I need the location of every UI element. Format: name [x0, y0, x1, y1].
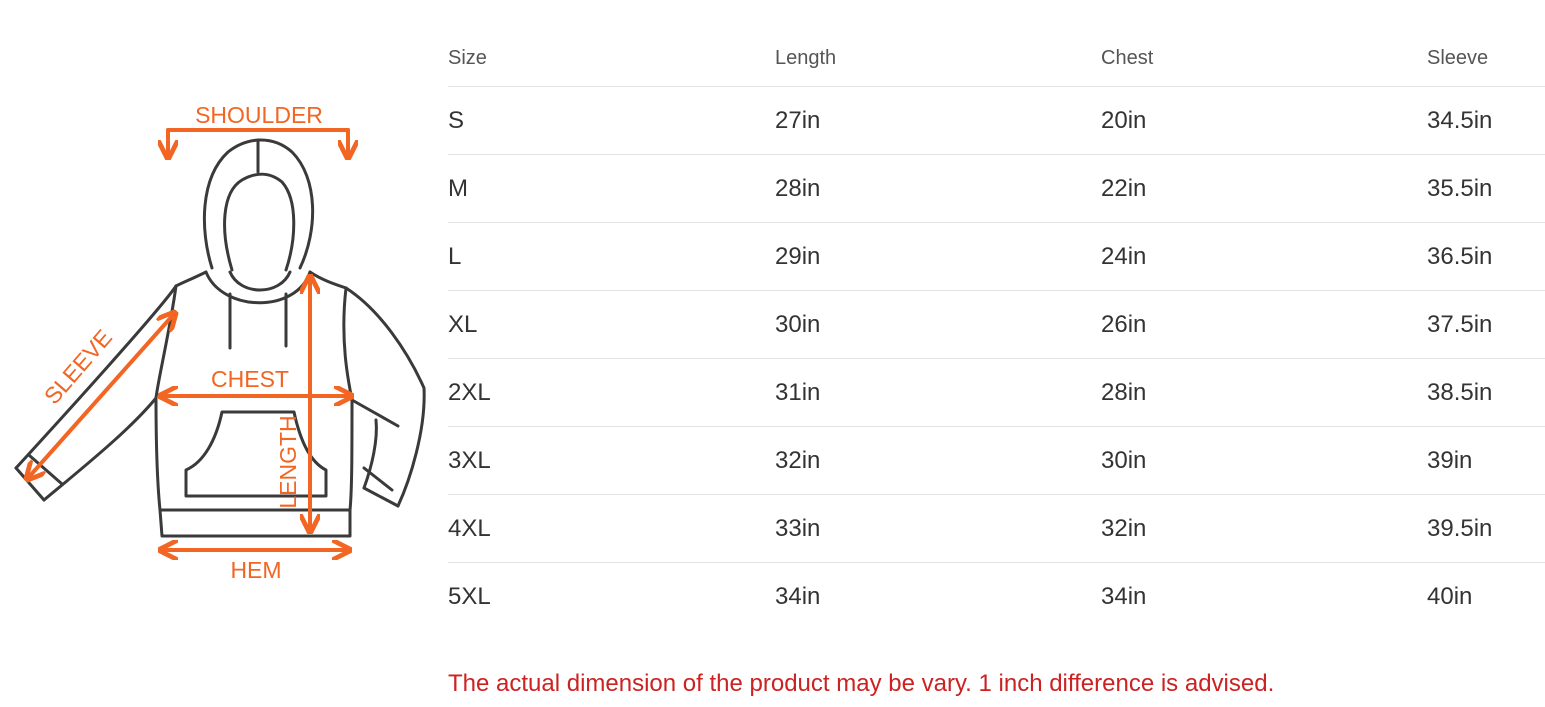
length-cell: 34in [775, 582, 821, 610]
measurement-arrows [28, 128, 350, 550]
table-row: 4XL 33in 32in 39.5in [448, 494, 1545, 563]
hoodie-illustration: SHOULDER CHEST HEM SLEEVE LENGTH [14, 102, 426, 583]
table-row: 5XL 34in 34in 40in [448, 563, 1545, 631]
chest-cell: 24in [1101, 222, 1427, 291]
sleeve-label: SLEEVE [39, 324, 117, 409]
size-cell: XL [448, 290, 775, 359]
table-row: M 28in 22in 35.5in [448, 154, 1545, 223]
length-cell: 28in [775, 154, 1101, 223]
chest-cell: 34in [1101, 582, 1147, 610]
sleeve-cell: 38.5in [1427, 358, 1545, 427]
hoodie-outline [14, 138, 426, 538]
table-row: L 29in 24in 36.5in [448, 222, 1545, 291]
length-cell: 29in [775, 222, 1101, 291]
size-cell: 2XL [448, 358, 775, 427]
size-cell: 3XL [448, 426, 775, 495]
hem-label: HEM [230, 557, 281, 583]
header-length: Length [775, 30, 1101, 87]
sleeve-cell: 36.5in [1427, 222, 1545, 291]
size-chart-table: Size Length Chest Sleeve S 27in 20in 34.… [448, 30, 1545, 630]
size-cell: M [448, 154, 775, 223]
table-row: 2XL 31in 28in 38.5in [448, 358, 1545, 427]
sleeve-cell: 39in [1427, 426, 1545, 495]
chest-cell: 32in [1101, 494, 1427, 563]
header-sleeve: Sleeve [1427, 30, 1545, 87]
table-row: S 27in 20in 34.5in [448, 86, 1545, 155]
size-cell: 5XL [448, 582, 491, 610]
chest-cell: 26in [1101, 290, 1427, 359]
size-cell: L [448, 222, 775, 291]
sleeve-cell: 40in [1427, 582, 1473, 610]
chest-label: CHEST [211, 366, 289, 392]
header-size: Size [448, 30, 775, 87]
length-label: LENGTH [275, 415, 301, 508]
chest-cell: 28in [1101, 358, 1427, 427]
table-header-row: Size Length Chest Sleeve [448, 30, 1545, 87]
sleeve-cell: 34.5in [1427, 86, 1545, 155]
length-cell: 30in [775, 290, 1101, 359]
chest-cell: 20in [1101, 86, 1427, 155]
table-row: XL 30in 26in 37.5in [448, 290, 1545, 359]
sleeve-cell: 37.5in [1427, 290, 1545, 359]
length-cell: 33in [775, 494, 1101, 563]
hoodie-measurement-diagram: SHOULDER CHEST HEM SLEEVE LENGTH [0, 90, 440, 600]
length-cell: 31in [775, 358, 1101, 427]
sleeve-cell: 35.5in [1427, 154, 1545, 223]
length-cell: 27in [775, 86, 1101, 155]
header-chest: Chest [1101, 30, 1427, 87]
shoulder-label: SHOULDER [195, 102, 323, 128]
chest-cell: 30in [1101, 426, 1427, 495]
chest-cell: 22in [1101, 154, 1427, 223]
size-cell: 4XL [448, 494, 775, 563]
size-cell: S [448, 86, 775, 155]
table-row: 3XL 32in 30in 39in [448, 426, 1545, 495]
sleeve-cell: 39.5in [1427, 494, 1545, 563]
length-cell: 32in [775, 426, 1101, 495]
size-disclaimer-note: The actual dimension of the product may … [448, 670, 1275, 697]
